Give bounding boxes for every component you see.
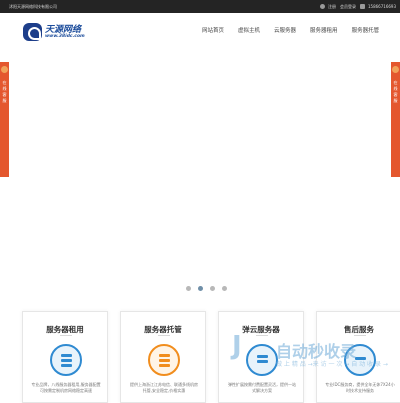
- top-bar-links: 注册 会员登录 15866716693: [320, 0, 400, 13]
- site-logo[interactable]: 天源网络 www.38idc.com: [23, 21, 85, 45]
- left-float-label: 在线客服: [2, 80, 7, 103]
- logo-url: www.38idc.com: [45, 34, 85, 39]
- header: 天源网络 www.38idc.com 网站首页 虚拟主机 云服务器 服务器租用 …: [0, 13, 400, 50]
- slider-dot[interactable]: [222, 286, 227, 291]
- register-link[interactable]: 注册: [320, 4, 336, 10]
- card-title: 服务器租用: [46, 325, 84, 334]
- server-icon: [148, 344, 180, 376]
- card-description: 专业品牌，八线服务器租用,服务器配置可按需定制机房网络稳定高速: [31, 382, 101, 393]
- user-icon: [320, 4, 325, 9]
- card-title: 服务器托管: [144, 325, 182, 334]
- left-float-service[interactable]: 在线客服: [0, 62, 9, 177]
- top-bar: 沭阳天源网络科技有限公司 注册 会员登录 15866716693: [0, 0, 400, 13]
- right-float-service[interactable]: 在线客服: [391, 62, 400, 177]
- slider-dot[interactable]: [210, 286, 215, 291]
- slider-dot-active[interactable]: [198, 286, 203, 291]
- watermark-subtitle: 做 上 精 品 →来 访 一 次 → 自 动 收 录 →: [276, 361, 388, 368]
- nav-item-server-rental[interactable]: 服务器租用: [310, 26, 338, 34]
- divider: [60, 335, 72, 336]
- card-description: 提供上海浙江江苏电信、联通多线机房托管,安全稳定,价格实惠: [130, 382, 198, 393]
- phone-number: 15866716693: [360, 4, 396, 9]
- nav-item-server-hosting[interactable]: 服务器托管: [352, 26, 380, 34]
- divider: [158, 335, 170, 336]
- company-name: 沭阳天源网络科技有限公司: [9, 4, 57, 9]
- watermark-mark: J: [232, 331, 242, 361]
- card-description: 专业IDC服务商，提供全年无休7X24小时技术支持服务: [325, 382, 395, 393]
- login-link[interactable]: 会员登录: [340, 4, 356, 10]
- server-icon: [50, 344, 82, 376]
- logo-mark-icon: [23, 23, 42, 41]
- slider-dot[interactable]: [186, 286, 191, 291]
- right-float-label: 在线客服: [393, 80, 398, 103]
- phone-icon: [360, 4, 365, 9]
- hero-banner: [0, 50, 400, 302]
- slider-dots: [186, 286, 234, 291]
- service-card-hosting[interactable]: 服务器托管 提供上海浙江江苏电信、联通多线机房托管,安全稳定,价格实惠: [120, 311, 206, 403]
- qq-icon: [392, 66, 399, 73]
- main-nav: 网站首页 虚拟主机 云服务器 服务器租用 服务器托管: [202, 26, 393, 34]
- watermark: J 自动秒收录 做 上 精 品 →来 访 一 次 → 自 动 收 录 →: [232, 331, 400, 381]
- service-card-rental[interactable]: 服务器租用 专业品牌，八线服务器租用,服务器配置可按需定制机房网络稳定高速: [22, 311, 108, 403]
- qq-icon: [1, 66, 8, 73]
- card-description: 弹性扩展按需付费配置灵活，提供一站式解决方案: [228, 382, 296, 393]
- nav-item-virtual-host[interactable]: 虚拟主机: [238, 26, 260, 34]
- nav-item-home[interactable]: 网站首页: [202, 26, 224, 34]
- nav-item-cloud-server[interactable]: 云服务器: [274, 26, 296, 34]
